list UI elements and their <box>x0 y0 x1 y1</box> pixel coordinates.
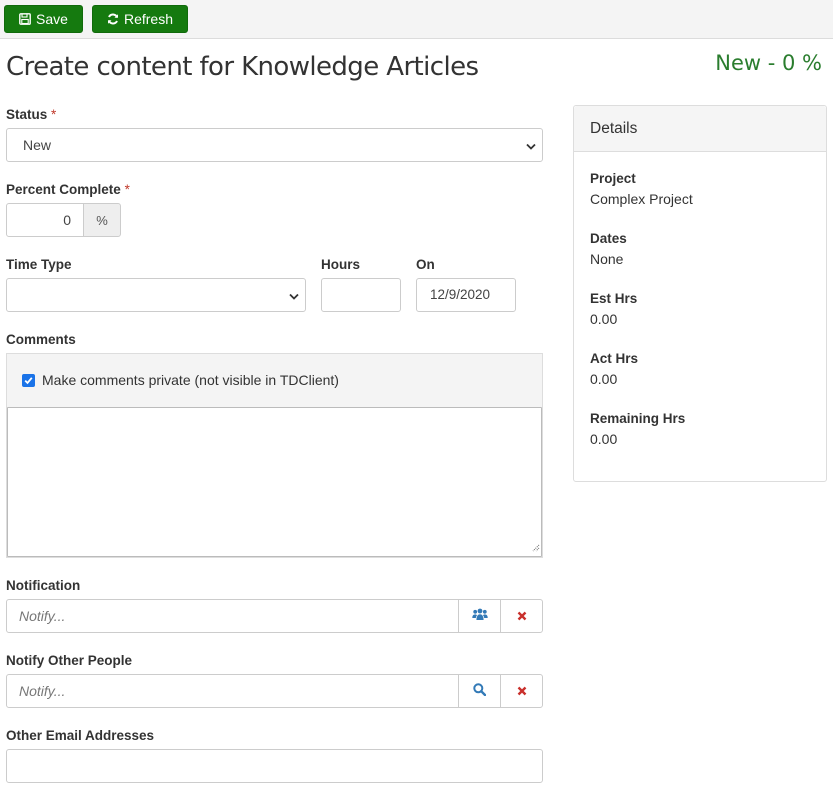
notify-other-people-field: Notify... <box>6 674 544 708</box>
details-panel: Details Project Complex Project Dates No… <box>573 105 827 482</box>
date-input[interactable]: 12/9/2020 <box>416 278 516 312</box>
close-icon <box>517 683 527 699</box>
status-select[interactable]: New <box>6 128 543 162</box>
resize-grip-icon[interactable] <box>531 539 540 555</box>
time-type-label: Time Type <box>6 257 72 272</box>
detail-label: Remaining Hrs <box>590 411 686 426</box>
notify-other-people-search-button[interactable] <box>458 674 501 708</box>
comments-panel: Make comments private (not visible in TD… <box>6 353 543 558</box>
status-label: Status * <box>6 107 56 122</box>
details-panel-title: Details <box>574 106 826 152</box>
users-icon <box>471 608 488 624</box>
percent-complete-label: Percent Complete * <box>6 182 130 197</box>
hours-label: Hours <box>321 257 361 272</box>
on-label: On <box>416 257 435 272</box>
refresh-label: Refresh <box>123 11 174 27</box>
notification-clear-button[interactable] <box>500 599 543 633</box>
detail-est-hrs: Est Hrs 0.00 <box>590 289 810 329</box>
other-email-addresses-label: Other Email Addresses <box>6 728 155 743</box>
chevron-down-icon <box>289 287 299 303</box>
required-marker: * <box>51 107 57 122</box>
detail-remaining-hrs: Remaining Hrs 0.00 <box>590 409 810 449</box>
detail-value: 0.00 <box>590 371 618 387</box>
detail-value: 0.00 <box>590 311 618 327</box>
other-email-addresses-input[interactable] <box>6 749 543 783</box>
search-icon <box>473 683 487 699</box>
comments-textarea[interactable] <box>7 407 542 557</box>
status-summary: New - 0 % <box>715 51 822 75</box>
close-icon <box>517 608 527 624</box>
detail-project: Project Complex Project <box>590 169 810 209</box>
private-comments-option[interactable]: Make comments private (not visible in TD… <box>22 372 339 388</box>
detail-value: 0.00 <box>590 431 618 447</box>
notify-other-people-label: Notify Other People <box>6 653 133 668</box>
detail-act-hrs: Act Hrs 0.00 <box>590 349 810 389</box>
save-button[interactable]: Save <box>4 5 83 33</box>
detail-dates: Dates None <box>590 229 810 269</box>
toolbar: Save Refresh <box>0 0 833 39</box>
detail-label: Dates <box>590 231 627 246</box>
status-label-text: Status <box>6 107 48 122</box>
hours-input[interactable] <box>321 278 401 312</box>
notification-input[interactable]: Notify... <box>6 599 459 633</box>
refresh-button[interactable]: Refresh <box>92 5 188 33</box>
floppy-disk-icon <box>19 13 31 25</box>
notification-field: Notify... <box>6 599 544 633</box>
private-comments-label[interactable]: Make comments private (not visible in TD… <box>42 372 339 388</box>
detail-label: Act Hrs <box>590 351 639 366</box>
notify-other-people-clear-button[interactable] <box>500 674 543 708</box>
comments-label: Comments <box>6 332 76 347</box>
save-label: Save <box>36 11 68 27</box>
private-comments-checkbox[interactable] <box>22 373 35 387</box>
time-type-select[interactable] <box>6 278 306 312</box>
status-select-value: New <box>23 137 52 153</box>
detail-value: None <box>590 251 624 267</box>
percent-addon: % <box>83 203 121 237</box>
percent-complete-input[interactable]: 0 <box>6 203 84 237</box>
detail-label: Est Hrs <box>590 291 638 306</box>
notify-other-people-input[interactable]: Notify... <box>6 674 459 708</box>
refresh-icon <box>107 13 119 25</box>
details-panel-body: Project Complex Project Dates None Est H… <box>574 152 826 486</box>
detail-value: Complex Project <box>590 191 693 207</box>
required-marker: * <box>124 182 130 197</box>
notification-lookup-button[interactable] <box>458 599 501 633</box>
percent-complete-label-text: Percent Complete <box>6 182 121 197</box>
detail-label: Project <box>590 171 636 186</box>
chevron-down-icon <box>526 137 536 153</box>
page-title: Create content for Knowledge Articles <box>6 52 479 82</box>
notification-label: Notification <box>6 578 81 593</box>
